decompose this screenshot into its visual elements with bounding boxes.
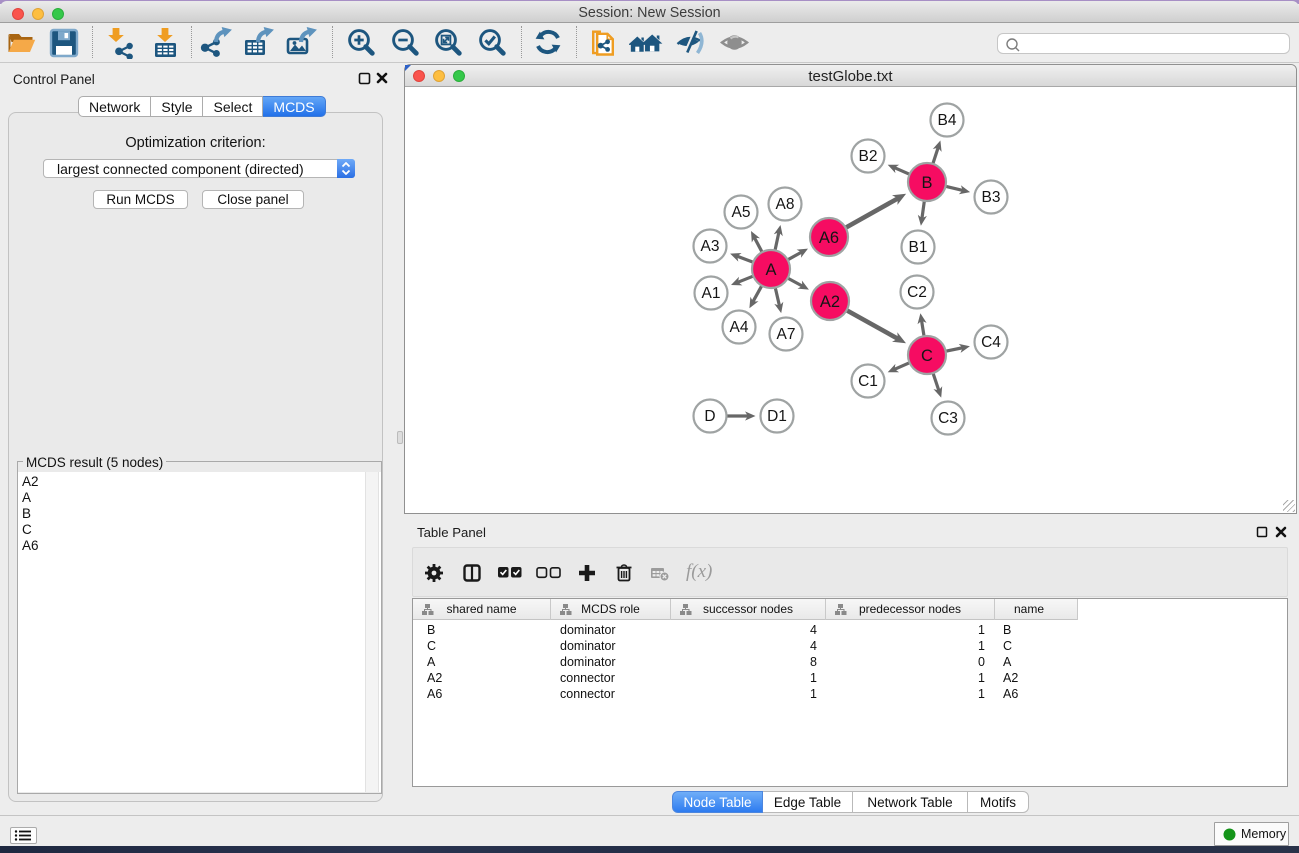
svg-text:A: A	[765, 261, 776, 279]
svg-text:C1: C1	[858, 373, 878, 390]
svg-text:B: B	[921, 174, 932, 192]
svg-text:C2: C2	[907, 284, 927, 301]
svg-text:A6: A6	[819, 229, 839, 247]
svg-text:B1: B1	[909, 239, 928, 256]
svg-text:C4: C4	[981, 334, 1001, 351]
svg-text:A7: A7	[777, 326, 796, 343]
svg-text:D: D	[704, 408, 715, 425]
svg-text:C3: C3	[938, 410, 958, 427]
svg-text:C: C	[921, 347, 933, 365]
svg-text:A2: A2	[820, 293, 840, 311]
svg-text:A4: A4	[730, 319, 749, 336]
svg-text:A5: A5	[732, 204, 751, 221]
svg-text:D1: D1	[767, 408, 787, 425]
svg-text:B4: B4	[938, 112, 957, 129]
svg-text:A8: A8	[776, 196, 795, 213]
svg-text:A1: A1	[702, 285, 721, 302]
svg-text:B2: B2	[859, 148, 878, 165]
svg-text:A3: A3	[701, 238, 720, 255]
svg-text:B3: B3	[982, 189, 1001, 206]
